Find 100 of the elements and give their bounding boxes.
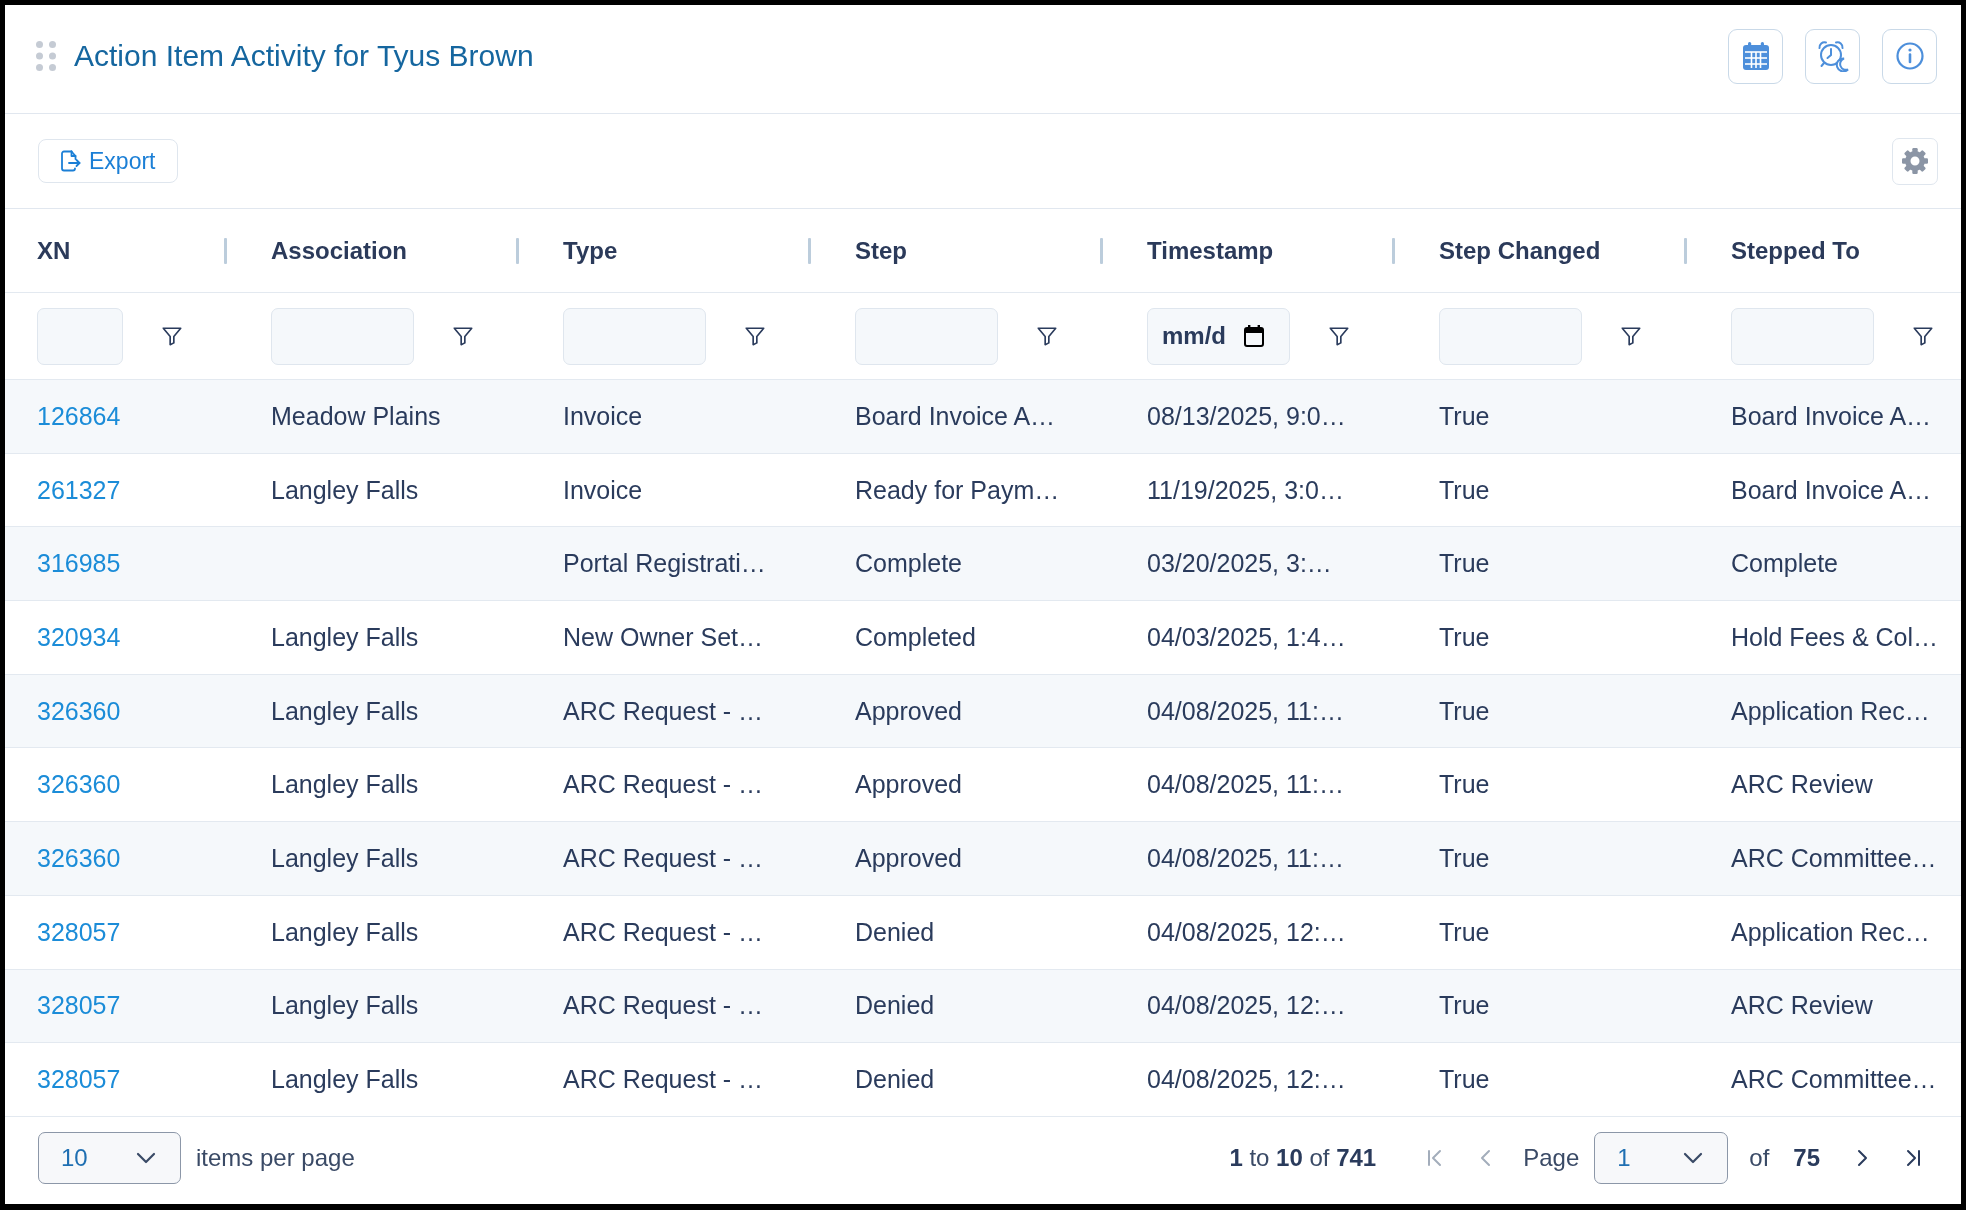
settings-icon: [1901, 147, 1929, 175]
type-text: Invoice: [563, 401, 643, 431]
record-range-text: 1 to 10 of 741: [1229, 1144, 1377, 1173]
settings-button[interactable]: [1892, 137, 1938, 185]
xn-link[interactable]: 328057: [37, 991, 121, 1021]
xn-link[interactable]: 328057: [37, 1065, 121, 1095]
association-text: Meadow Plains: [271, 401, 441, 431]
association-text: Langley Falls: [271, 770, 419, 800]
filter-icon[interactable]: [744, 325, 766, 347]
association-text: Langley Falls: [271, 917, 419, 947]
type-text: ARC Request - …: [563, 770, 764, 800]
column-header[interactable]: Step: [855, 236, 907, 265]
column-header[interactable]: Stepped To: [1731, 236, 1860, 265]
page-count: 75: [1793, 1144, 1820, 1173]
filter-icon[interactable]: [1036, 325, 1058, 347]
xn-link[interactable]: 326360: [37, 770, 121, 800]
timestamp-text: 04/08/2025, 12:…: [1147, 991, 1346, 1021]
filter-icon[interactable]: [161, 325, 183, 347]
stepped-to-text: Hold Fees & Col…: [1731, 622, 1939, 652]
timestamp-text: 04/08/2025, 11:…: [1147, 696, 1344, 726]
column-header[interactable]: Step Changed: [1439, 236, 1601, 265]
xn-link[interactable]: 320934: [37, 622, 121, 652]
step-text: Board Invoice A…: [855, 401, 1056, 431]
step-changed-text: True: [1439, 696, 1490, 726]
calendar-button[interactable]: [1728, 28, 1783, 84]
association-text: Langley Falls: [271, 843, 419, 873]
xn-link[interactable]: 328057: [37, 917, 121, 947]
stepped-to-text: ARC Review: [1731, 991, 1873, 1021]
filter-input[interactable]: [563, 307, 706, 365]
step-changed-text: True: [1439, 401, 1490, 431]
association-text: Langley Falls: [271, 991, 419, 1021]
panel-title: Action Item Activity for Tyus Brown: [74, 39, 534, 73]
stepped-to-text: Application Rec…: [1731, 917, 1930, 947]
info-button[interactable]: [1882, 28, 1937, 84]
step-text: Approved: [855, 770, 963, 800]
filter-input[interactable]: [37, 307, 123, 365]
type-text: ARC Request - …: [563, 843, 764, 873]
alarm-clock-moon-icon: [1816, 40, 1849, 72]
xn-link[interactable]: 261327: [37, 475, 121, 505]
step-changed-text: True: [1439, 1065, 1490, 1095]
step-text: Approved: [855, 843, 963, 873]
items-per-page-label: items per page: [196, 1144, 355, 1173]
step-changed-text: True: [1439, 917, 1490, 947]
chevron-down-icon: [136, 1152, 156, 1165]
timestamp-text: 04/03/2025, 1:4…: [1147, 622, 1346, 652]
type-text: ARC Request - …: [563, 696, 764, 726]
step-changed-text: True: [1439, 549, 1490, 579]
timestamp-text: 08/13/2025, 9:0…: [1147, 401, 1346, 431]
info-icon: [1895, 42, 1924, 70]
timestamp-text: 03/20/2025, 3:…: [1147, 549, 1332, 579]
filter-input[interactable]: [855, 307, 998, 365]
type-text: ARC Request - …: [563, 991, 764, 1021]
timestamp-text: 04/08/2025, 11:…: [1147, 843, 1344, 873]
stepped-to-text: Complete: [1731, 549, 1838, 579]
step-changed-text: True: [1439, 622, 1490, 652]
column-header[interactable]: Timestamp: [1147, 236, 1274, 265]
type-text: ARC Request - …: [563, 1065, 764, 1095]
stepped-to-text: ARC Committee…: [1731, 843, 1937, 873]
filter-icon[interactable]: [1620, 325, 1642, 347]
page-size-select[interactable]: 10: [38, 1132, 181, 1185]
export-button[interactable]: Export: [38, 139, 179, 183]
timestamp-text: 04/08/2025, 12:…: [1147, 1065, 1346, 1095]
association-text: Langley Falls: [271, 475, 419, 505]
xn-link[interactable]: 326360: [37, 843, 121, 873]
step-changed-text: True: [1439, 770, 1490, 800]
column-header[interactable]: XN: [37, 236, 71, 265]
filter-input[interactable]: [1439, 307, 1582, 365]
column-header[interactable]: Type: [563, 236, 618, 265]
xn-link[interactable]: 326360: [37, 696, 121, 726]
filter-input[interactable]: [1731, 307, 1874, 365]
step-text: Approved: [855, 696, 963, 726]
type-text: ARC Request - …: [563, 917, 764, 947]
stepped-to-text: Board Invoice A…: [1731, 401, 1932, 431]
stepped-to-text: Board Invoice A…: [1731, 475, 1932, 505]
date-filter-field[interactable]: mm/d: [1147, 307, 1290, 365]
step-changed-text: True: [1439, 475, 1490, 505]
step-changed-text: True: [1439, 991, 1490, 1021]
step-text: Complete: [855, 549, 962, 579]
step-text: Completed: [855, 622, 976, 652]
page-select[interactable]: 1: [1594, 1132, 1729, 1185]
filter-icon[interactable]: [1912, 325, 1934, 347]
filter-input[interactable]: [271, 307, 414, 365]
filter-icon[interactable]: [452, 325, 474, 347]
step-changed-text: True: [1439, 843, 1490, 873]
calendar-icon: [1742, 42, 1769, 70]
xn-link[interactable]: 126864: [37, 401, 121, 431]
filter-icon[interactable]: [1328, 325, 1350, 347]
alarm-button[interactable]: [1805, 28, 1860, 84]
drag-handle-icon[interactable]: [36, 41, 56, 71]
page-label: Page: [1523, 1144, 1580, 1173]
type-text: Invoice: [563, 475, 643, 505]
timestamp-text: 04/08/2025, 11:…: [1147, 770, 1344, 800]
step-text: Denied: [855, 1065, 935, 1095]
stepped-to-text: Application Rec…: [1731, 696, 1930, 726]
column-header[interactable]: Association: [271, 236, 408, 265]
xn-link[interactable]: 316985: [37, 549, 121, 579]
stepped-to-text: ARC Review: [1731, 770, 1873, 800]
of-label: of: [1749, 1144, 1770, 1173]
step-text: Denied: [855, 991, 935, 1021]
step-text: Ready for Paym…: [855, 475, 1060, 505]
